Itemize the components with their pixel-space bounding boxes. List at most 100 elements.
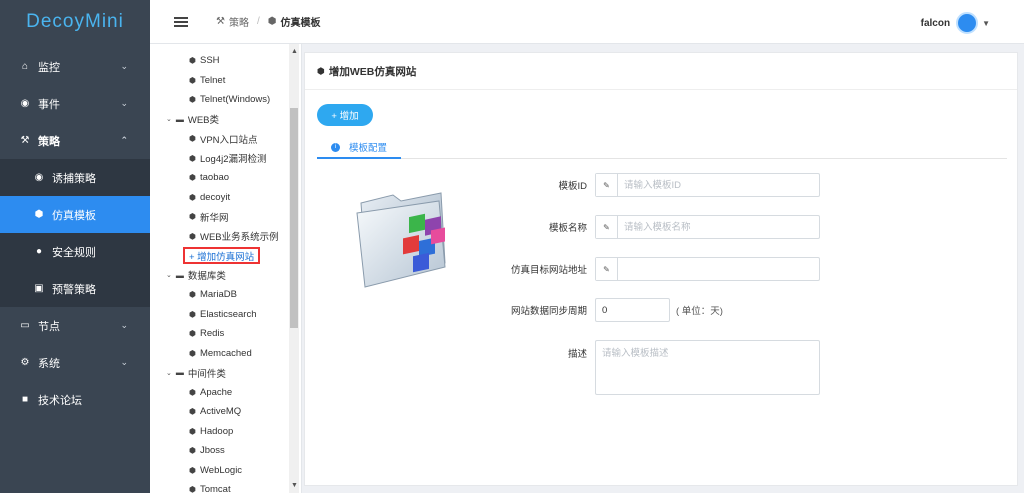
gear-icon: ⚙ <box>20 357 30 368</box>
template-id-group: ✎ <box>595 173 820 197</box>
tree-item[interactable]: ⬢ Memcached <box>150 344 301 364</box>
tools-icon: ⚒ <box>216 16 225 27</box>
tree-item[interactable]: ⬢ Log4j2漏洞检测 <box>150 149 301 169</box>
sidebar-subitem-decoy-strategy[interactable]: ◉ 诱捕策略 <box>0 159 150 196</box>
cube-icon: ⬢ <box>189 75 196 85</box>
sidebar-submenu: ◉ 诱捕策略 ⬢ 仿真模板 ● 安全规则 ▣ 预警策略 <box>0 159 150 307</box>
tree-item[interactable]: ⬢ decoyit <box>150 188 301 208</box>
folder-icon: ▬ <box>175 114 184 124</box>
tree-item[interactable]: ⬢ Jboss <box>150 441 301 461</box>
eye-icon: ◉ <box>34 172 44 183</box>
chevron-down-icon: ⌄ <box>166 116 172 124</box>
cube-icon: ⬢ <box>189 485 196 493</box>
target-url-input[interactable] <box>618 258 819 280</box>
template-name-input[interactable] <box>618 216 819 238</box>
cube-icon: ⬢ <box>189 387 196 397</box>
cube-icon: ⬢ <box>189 212 196 222</box>
tools-icon: ⚒ <box>20 135 30 146</box>
tree-group-database[interactable]: ⌄ ▬ 数据库类 <box>150 266 301 286</box>
tree-item[interactable]: ⬢ ActiveMQ <box>150 402 301 422</box>
tree-item-label: Memcached <box>199 347 252 359</box>
sync-period-input[interactable] <box>595 298 670 322</box>
target-icon: ◉ <box>20 98 30 109</box>
form-row-description: 描述 <box>495 340 820 395</box>
tab-template-config[interactable]: i 模板配置 <box>317 137 401 159</box>
caret-down-icon: ▼ <box>982 18 990 28</box>
panel-title-text: 增加WEB仿真网站 <box>328 65 417 78</box>
template-id-input[interactable] <box>618 174 819 196</box>
chevron-down-icon: ⌄ <box>120 320 128 330</box>
tree-scrollbar[interactable]: ▲ ▼ <box>289 44 299 493</box>
tree-item-label: Apache <box>199 386 233 398</box>
sidebar-item-label: 诱捕策略 <box>52 172 96 185</box>
tree-item[interactable]: ⬢ Elasticsearch <box>150 305 301 325</box>
sidebar-item-strategy[interactable]: ⚒ 策略 ⌃ <box>0 122 150 159</box>
tree-group-web[interactable]: ⌄ ▬ WEB类 <box>150 110 301 130</box>
forum-icon: ■ <box>21 394 29 405</box>
tree-item[interactable]: ⬢ VPN入口站点 <box>150 129 301 149</box>
tree-item[interactable]: ⬢ SSH <box>150 51 301 71</box>
tree-item[interactable]: ⬢ Telnet <box>150 71 301 91</box>
tree-item[interactable]: ⬢ WebLogic <box>150 461 301 481</box>
description-textarea[interactable] <box>595 340 820 395</box>
sidebar-item-events[interactable]: ◉ 事件 ⌄ <box>0 85 150 122</box>
sidebar-subitem-security-rules[interactable]: ● 安全规则 <box>0 233 150 270</box>
sidebar-subitem-simulation-template[interactable]: ⬢ 仿真模板 <box>0 196 150 233</box>
scroll-up-icon[interactable]: ▲ <box>291 48 298 55</box>
sidebar-item-monitor[interactable]: ⌂ 监控 ⌄ <box>0 48 150 85</box>
target-url-group: ✎ <box>595 257 820 281</box>
sidebar-item-label: 系统 <box>38 357 60 370</box>
tree-item-label: Redis <box>199 328 225 340</box>
tree-group-middleware[interactable]: ⌄ ▬ 中间件类 <box>150 363 301 383</box>
tree-item[interactable]: ⬢ Tomcat <box>150 480 301 493</box>
tree-item[interactable]: ⬢ 新华网 <box>150 207 301 227</box>
sync-period-label: 网站数据同步周期 <box>510 306 587 317</box>
user-menu[interactable]: falcon ▼ <box>921 12 990 34</box>
folder-illustration-icon <box>356 192 446 288</box>
tree-item-label: Telnet(Windows) <box>199 94 271 106</box>
template-name-label: 模板名称 <box>548 223 587 234</box>
sidebar-item-nodes[interactable]: ▭ 节点 ⌄ <box>0 307 150 344</box>
scroll-down-icon[interactable]: ▼ <box>291 482 298 489</box>
tree-item[interactable]: ⬢ Apache <box>150 383 301 403</box>
tree-item[interactable]: ⬢ Telnet(Windows) <box>150 90 301 110</box>
sidebar-item-label: 预警策略 <box>52 283 96 296</box>
folder-icon: ▬ <box>175 270 184 280</box>
tree-item[interactable]: ⬢ WEB业务系统示例 <box>150 227 301 247</box>
cube-icon: ⬢ <box>189 290 196 300</box>
form-row-template-id: 模板ID ✎ <box>495 173 820 197</box>
sidebar-item-system[interactable]: ⚙ 系统 ⌄ <box>0 344 150 381</box>
tree-item-label: Elasticsearch <box>199 308 257 320</box>
sidebar: DecoyMini ⌂ 监控 ⌄ ◉ 事件 ⌄ ⚒ 策略 ⌃ ◉ 诱捕策略 ⬢ … <box>0 0 150 493</box>
add-button[interactable]: + 增加 <box>317 104 373 126</box>
folder-icon: ▬ <box>175 368 184 378</box>
tree-item-label: Hadoop <box>199 425 234 437</box>
sidebar-item-label: 监控 <box>38 61 60 74</box>
tree-item[interactable]: ⬢ taobao <box>150 168 301 188</box>
tree-item[interactable]: ⬢ MariaDB <box>150 285 301 305</box>
sidebar-item-label: 仿真模板 <box>52 209 96 222</box>
tree-item-label: VPN入口站点 <box>199 134 258 146</box>
cube-icon: ⬢ <box>189 134 196 144</box>
cube-icon: ⬢ <box>189 192 196 202</box>
sidebar-item-label: 技术论坛 <box>38 394 82 407</box>
cube-icon: ⬢ <box>189 173 196 183</box>
breadcrumb-parent[interactable]: 策略 <box>229 14 249 29</box>
template-tree: ⬢ SSH ⬢ Telnet ⬢ Telnet(Windows) ⌄ ▬ WEB类 ⬢ VP… <box>150 44 302 493</box>
tree-item[interactable]: ⬢ Redis <box>150 324 301 344</box>
sidebar-subitem-alert-strategy[interactable]: ▣ 预警策略 <box>0 270 150 307</box>
tree-add-row: + 增加仿真网站 <box>150 246 301 266</box>
scrollbar-thumb[interactable] <box>290 108 298 328</box>
tree-group-label: 中间件类 <box>187 368 226 380</box>
sidebar-item-forum[interactable]: ■ 技术论坛 <box>0 381 150 418</box>
cube-icon: ⬢ <box>317 65 325 76</box>
add-simulation-site-link[interactable]: + 增加仿真网站 <box>183 247 261 265</box>
chevron-down-icon: ⌄ <box>120 357 128 367</box>
app-logo[interactable]: DecoyMini <box>0 0 150 44</box>
sidebar-item-label: 节点 <box>38 320 60 333</box>
breadcrumb-separator: / <box>256 16 260 27</box>
menu-toggle-icon[interactable] <box>174 15 188 29</box>
tree-item[interactable]: ⬢ Hadoop <box>150 422 301 442</box>
avatar <box>956 12 979 34</box>
target-url-label: 仿真目标网站地址 <box>510 265 587 276</box>
